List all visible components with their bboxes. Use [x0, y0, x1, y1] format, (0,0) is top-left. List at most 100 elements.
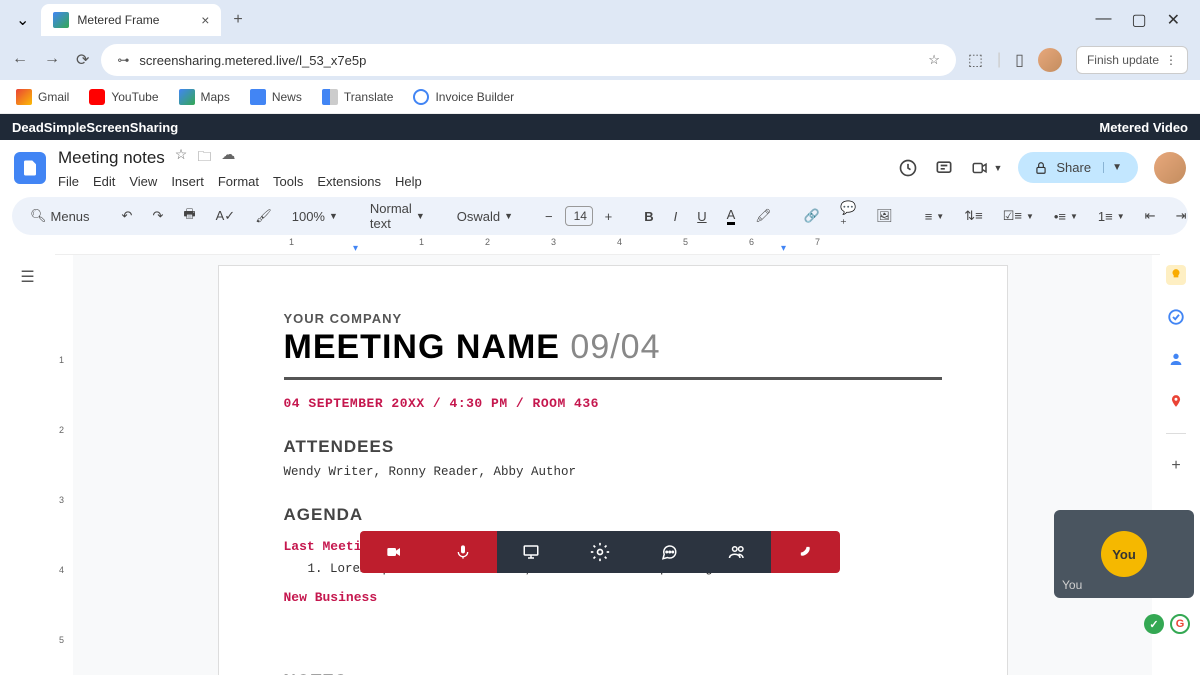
- bookmark-translate[interactable]: Translate: [322, 89, 394, 105]
- notes-heading: NOTES: [284, 671, 942, 675]
- settings-toggle[interactable]: [566, 531, 635, 573]
- camera-toggle[interactable]: [360, 531, 429, 573]
- new-tab-button[interactable]: +: [225, 7, 250, 33]
- fontsize-increase[interactable]: +: [597, 204, 621, 229]
- chat-toggle[interactable]: [634, 531, 703, 573]
- mic-toggle[interactable]: [429, 531, 498, 573]
- tabs-dropdown[interactable]: ⌄: [8, 6, 37, 34]
- add-comment-icon[interactable]: 💬⁺: [832, 195, 864, 237]
- new-business-sub: New Business: [284, 590, 942, 605]
- back-icon[interactable]: ←: [12, 50, 28, 70]
- menu-extensions[interactable]: Extensions: [317, 174, 381, 189]
- close-window-icon[interactable]: ✕: [1167, 10, 1180, 30]
- fontsize-decrease[interactable]: −: [537, 204, 561, 229]
- indent-increase-icon[interactable]: ⇥: [1168, 203, 1195, 229]
- close-tab-icon[interactable]: ×: [201, 12, 209, 28]
- paint-format-icon[interactable]: 🖌: [247, 203, 280, 229]
- font-selector[interactable]: Oswald ▼: [449, 204, 521, 229]
- checklist-icon[interactable]: ☑≡ ▼: [995, 203, 1042, 229]
- horizontal-ruler[interactable]: 1 ▾ 1 2 3 4 5 6 ▾ 7: [55, 237, 1160, 255]
- self-video-pip[interactable]: You You: [1054, 510, 1194, 598]
- browser-tab[interactable]: Metered Frame ×: [41, 4, 221, 36]
- title-divider: [284, 377, 942, 380]
- meet-camera-icon[interactable]: ▼: [970, 159, 1002, 177]
- document-page[interactable]: YOUR COMPANY MEETING NAME 09/04 04 SEPTE…: [218, 265, 1008, 675]
- star-icon[interactable]: ☆: [175, 146, 188, 170]
- line-spacing-icon[interactable]: ⇅≡: [956, 203, 990, 229]
- screenshare-toggle[interactable]: [497, 531, 566, 573]
- leave-call[interactable]: [771, 531, 840, 573]
- badge-green[interactable]: ✓: [1144, 614, 1164, 634]
- right-indent-marker[interactable]: ▾: [781, 243, 786, 254]
- meeting-control-bar: [360, 531, 840, 573]
- share-dropdown-icon[interactable]: ▼: [1103, 162, 1122, 173]
- move-folder-icon[interactable]: 🗀: [197, 146, 211, 170]
- get-addons-icon[interactable]: +: [1166, 456, 1186, 476]
- insert-image-icon[interactable]: 🖼: [868, 203, 901, 229]
- left-indent-marker[interactable]: ▾: [353, 243, 358, 254]
- menu-file[interactable]: File: [58, 174, 79, 189]
- redo-icon[interactable]: ↷: [144, 203, 171, 229]
- minimize-icon[interactable]: —: [1095, 10, 1111, 30]
- contacts-icon[interactable]: [1166, 349, 1186, 369]
- forward-icon[interactable]: →: [44, 50, 60, 70]
- bookmark-gmail[interactable]: Gmail: [16, 89, 69, 105]
- numbered-list-icon[interactable]: 1≡ ▼: [1090, 204, 1133, 229]
- maps-side-icon[interactable]: [1166, 391, 1186, 411]
- history-icon[interactable]: [898, 158, 918, 178]
- document-title[interactable]: Meeting notes: [58, 148, 165, 168]
- bookmark-star-icon[interactable]: ☆: [928, 52, 940, 68]
- search-menus[interactable]: 🔍︎Menus: [22, 203, 98, 229]
- outline-toggle[interactable]: ☰: [0, 255, 55, 675]
- comment-history-icon[interactable]: [934, 158, 954, 178]
- text-color-icon[interactable]: A: [719, 202, 744, 230]
- menu-insert[interactable]: Insert: [171, 174, 204, 189]
- address-bar[interactable]: ⊶ screensharing.metered.live/l_53_x7e5p …: [101, 44, 955, 76]
- tab-favicon: [53, 12, 69, 28]
- bulleted-list-icon[interactable]: •≡ ▼: [1046, 204, 1086, 229]
- print-icon[interactable]: 🖶: [175, 200, 203, 232]
- account-avatar[interactable]: [1154, 152, 1186, 184]
- profile-avatar[interactable]: [1038, 48, 1062, 72]
- side-panel-icon[interactable]: ▯: [1015, 50, 1024, 70]
- zoom-selector[interactable]: 100% ▼: [284, 204, 346, 229]
- fontsize-input[interactable]: 14: [565, 206, 593, 226]
- spellcheck-icon[interactable]: A✓: [208, 203, 244, 229]
- badge-grammarly[interactable]: G: [1170, 614, 1190, 634]
- share-button[interactable]: Share ▼: [1018, 152, 1138, 183]
- maximize-icon[interactable]: ▢: [1131, 10, 1146, 30]
- highlight-icon[interactable]: 🖍: [747, 203, 780, 229]
- undo-icon[interactable]: ↶: [114, 203, 141, 229]
- meeting-title: MEETING NAME 09/04: [284, 328, 942, 367]
- participants-toggle[interactable]: [703, 531, 772, 573]
- menu-help[interactable]: Help: [395, 174, 422, 189]
- menu-edit[interactable]: Edit: [93, 174, 115, 189]
- tasks-icon[interactable]: [1166, 307, 1186, 327]
- reload-icon[interactable]: ⟳: [76, 50, 89, 70]
- side-panel: +: [1152, 255, 1200, 675]
- insert-link-icon[interactable]: 🔗: [796, 203, 828, 229]
- cloud-status-icon[interactable]: ☁: [221, 146, 235, 170]
- menu-view[interactable]: View: [129, 174, 157, 189]
- banner-left: DeadSimpleScreenSharing: [12, 120, 178, 135]
- finish-update-button[interactable]: Finish update ⋮: [1076, 46, 1188, 74]
- attendees-heading: ATTENDEES: [284, 437, 942, 457]
- italic-icon[interactable]: I: [666, 204, 686, 229]
- bookmark-maps[interactable]: Maps: [179, 89, 230, 105]
- vertical-ruler[interactable]: 1 2 3 4 5: [55, 255, 73, 675]
- bookmark-invoice-builder[interactable]: Invoice Builder: [413, 89, 514, 105]
- keep-icon[interactable]: [1166, 265, 1186, 285]
- underline-icon[interactable]: U: [689, 204, 714, 229]
- site-settings-icon[interactable]: ⊶: [117, 53, 129, 67]
- bookmark-news[interactable]: News: [250, 89, 302, 105]
- extensions-icon[interactable]: ⬚: [968, 50, 983, 70]
- indent-decrease-icon[interactable]: ⇤: [1137, 203, 1164, 229]
- bookmark-youtube[interactable]: YouTube: [89, 89, 158, 105]
- align-icon[interactable]: ≡ ▼: [917, 204, 953, 229]
- menu-format[interactable]: Format: [218, 174, 259, 189]
- menu-tools[interactable]: Tools: [273, 174, 303, 189]
- attendees-list: Wendy Writer, Ronny Reader, Abby Author: [284, 465, 942, 479]
- bold-icon[interactable]: B: [636, 204, 661, 229]
- style-selector[interactable]: Normal text ▼: [362, 196, 433, 236]
- docs-logo-icon[interactable]: [14, 152, 46, 184]
